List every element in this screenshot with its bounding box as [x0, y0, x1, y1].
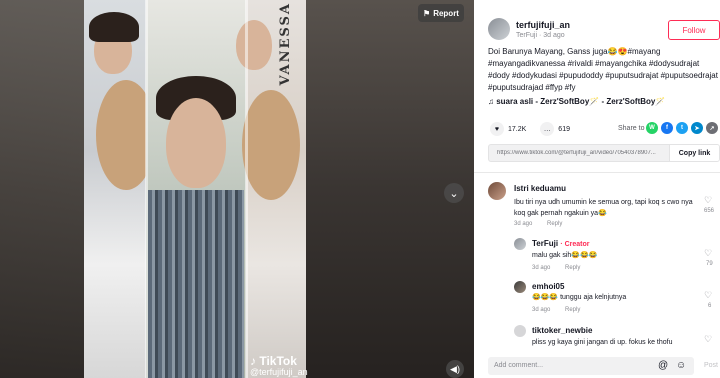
engagement-stats: ♥ 17.2K … 619 [490, 122, 570, 136]
next-video-button[interactable]: ⌄ [444, 183, 464, 203]
music-link[interactable]: ♫ suara asli - Zerz'SoftBoy🪄 - Zerz'Soft… [488, 97, 665, 106]
commenter-avatar[interactable] [514, 281, 526, 293]
divider [474, 172, 720, 173]
comment-text: 😂😂😂 tunggu aja kelnjutnya [532, 294, 627, 301]
emoji-icon[interactable]: ☺ [676, 360, 686, 371]
share-to-label: Share to [618, 125, 645, 132]
commenter-name[interactable]: tiktoker_newbie [532, 326, 592, 335]
speaker-icon: ◀) [450, 363, 460, 374]
report-button[interactable]: ⚑ Report [418, 4, 464, 22]
follow-button[interactable]: Follow [668, 20, 720, 40]
video-panel-girl [84, 0, 156, 378]
flag-icon: ⚑ [423, 8, 431, 18]
video-panel-boy [146, 0, 246, 378]
video-caption: Doi Barunya Mayang, Ganss juga😂😍#mayang … [488, 47, 718, 92]
video-stage[interactable]: VANESSA ♪ TikTok @terfujifuji_an ⚑ Repor… [0, 0, 474, 378]
author-subtitle: TerFuji · 3d ago [516, 31, 565, 39]
creator-badge: · Creator [560, 241, 590, 248]
commenter-name[interactable]: TerFuji · Creator [532, 239, 590, 248]
telegram-icon[interactable]: ➤ [691, 122, 703, 134]
comment-like-icon[interactable]: ♡ [704, 195, 712, 206]
author-info[interactable]: terfujifuji_an TerFuji · 3d ago [488, 18, 570, 40]
author-username[interactable]: terfujifuji_an [516, 20, 570, 30]
tiktok-watermark-user: @terfujifuji_an [250, 367, 308, 377]
facebook-icon[interactable]: f [661, 122, 673, 134]
comment-like-count: 79 [706, 261, 713, 267]
comment-like-count: 656 [704, 208, 715, 214]
author-avatar[interactable] [488, 18, 510, 40]
video-panel-girl-guitar: VANESSA [236, 0, 306, 378]
comment-like-icon[interactable]: ♡ [704, 334, 712, 345]
commenter-avatar[interactable] [514, 238, 526, 250]
comment-like-icon[interactable]: ♡ [704, 290, 712, 301]
reply-button[interactable]: Reply [565, 307, 580, 313]
at-mention-icon[interactable]: @ [658, 360, 668, 371]
comment-text: pliss yg kaya gini jangan di up. fokus k… [532, 339, 673, 346]
reply-button[interactable]: Reply [565, 265, 580, 271]
chevron-down-icon: ⌄ [449, 187, 459, 200]
comment-icon[interactable]: … [540, 122, 555, 136]
commenter-name[interactable]: Istri keduamu [514, 184, 566, 193]
comment-like-icon[interactable]: ♡ [704, 248, 712, 259]
twitter-icon[interactable]: t [676, 122, 688, 134]
comment-time: 3d ago [532, 265, 551, 271]
comment-like-count: 6 [708, 303, 712, 309]
commenter-name[interactable]: emhoi05 [532, 282, 564, 291]
like-count: 17.2K [508, 125, 527, 133]
whatsapp-icon[interactable]: W [646, 122, 658, 134]
reply-button[interactable]: Reply [547, 221, 562, 227]
share-icons: W f t ➤ ↗ [646, 122, 718, 134]
post-comment-button[interactable]: Post [704, 362, 718, 369]
copy-link-box: https://www.tiktok.com/@terfujifuji_an/v… [488, 144, 720, 162]
comment-count: 619 [558, 125, 570, 133]
comment-time: 3d ago [514, 221, 533, 227]
video-sidebar: terfujifuji_an TerFuji · 3d ago Follow D… [474, 0, 720, 378]
heart-icon[interactable]: ♥ [490, 122, 504, 136]
comment-text: malu gak sih😂😂😂 [532, 252, 598, 259]
comment-text: Ibu tiri nya udh umumin ke semua org, ta… [514, 199, 693, 217]
add-comment-placeholder: Add comment... [494, 362, 544, 369]
commenter-avatar[interactable] [514, 325, 526, 337]
tiktok-watermark-logo: ♪ TikTok [250, 354, 297, 368]
video-frame[interactable]: VANESSA [84, 0, 306, 378]
video-blur-left [0, 0, 84, 378]
commenter-avatar[interactable] [488, 182, 506, 200]
banner-text: VANESSA [278, 2, 293, 86]
video-url[interactable]: https://www.tiktok.com/@terfujifuji_an/v… [489, 150, 669, 156]
copy-link-button[interactable]: Copy link [669, 145, 719, 161]
more-share-icon[interactable]: ↗ [706, 122, 718, 134]
comment-time: 3d ago [532, 307, 551, 313]
mute-button[interactable]: ◀) [446, 360, 464, 378]
